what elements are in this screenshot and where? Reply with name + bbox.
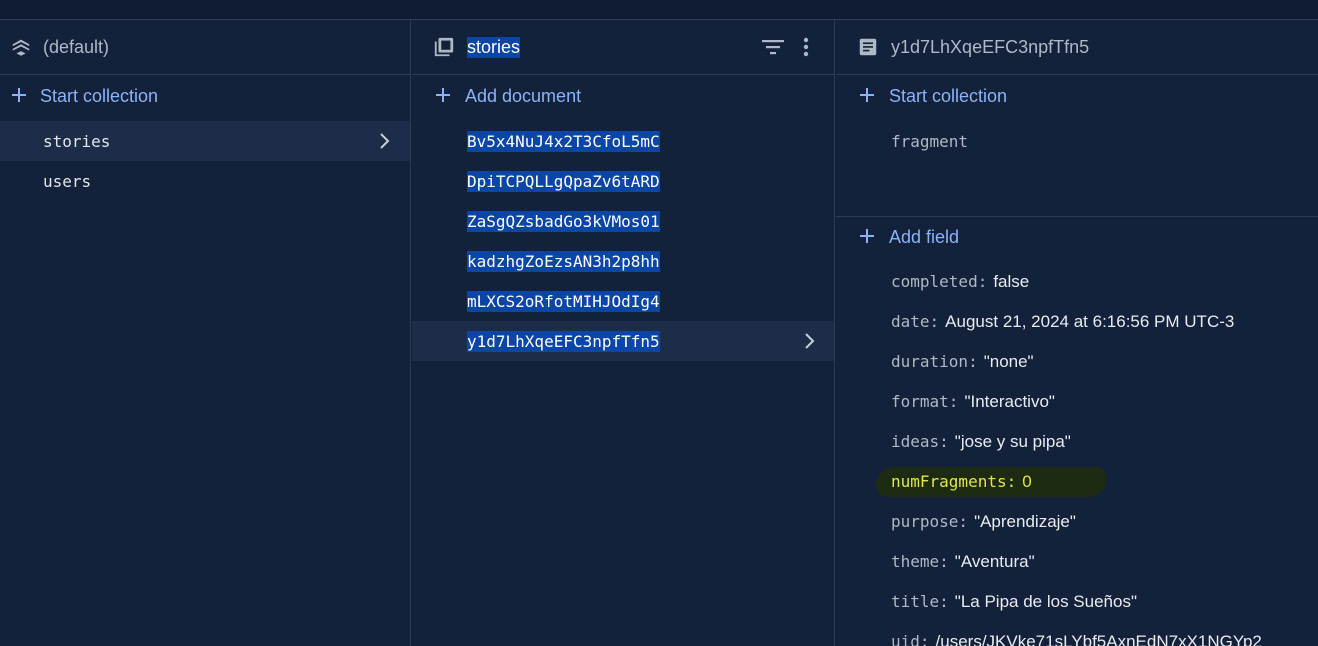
chevron-right-icon [380, 133, 390, 149]
add-field-label: Add field [889, 227, 960, 247]
collection-title: stories [467, 37, 521, 58]
document-id: y1d7LhXqeEFC3npfTfn5 [467, 331, 660, 352]
document-panel-header: y1d7LhXqeEFC3npfTfn5 [836, 20, 1318, 75]
document-id: kadzhgZoEzsAN3h2p8hh [467, 251, 660, 272]
document-item[interactable]: ZaSgQZsbadGo3kVMos01 [412, 201, 834, 241]
plus-icon [436, 88, 450, 102]
plus-icon [860, 88, 874, 102]
field-value: "jose y su pipa" [954, 432, 1071, 451]
plus-icon [860, 229, 874, 243]
collection-panel: stories Add document Bv5x4NuJ4x2T3CfoL5m… [412, 20, 835, 646]
collection-item-stories[interactable]: stories [0, 121, 410, 161]
start-collection-button[interactable]: Start collection [0, 78, 410, 118]
field-row[interactable]: uid: /users/JKVke71sLYbf5AxnEdN7xX1NGYp2 [891, 632, 1262, 646]
field-value: "Aprendizaje" [974, 512, 1076, 531]
field-value: 0 [1022, 472, 1032, 491]
field-value: /users/JKVke71sLYbf5AxnEdN7xX1NGYp2 [935, 632, 1262, 646]
field-row[interactable]: duration: "none" [891, 352, 1034, 392]
document-id: mLXCS2oRfotMIHJOdIg4 [467, 291, 660, 312]
field-key: completed: [891, 272, 988, 291]
filter-icon[interactable] [761, 36, 785, 58]
field-row-highlighted[interactable]: numFragments: 0 [891, 472, 1032, 512]
add-document-label: Add document [465, 86, 582, 106]
field-key: uid: [891, 632, 930, 646]
field-key: title: [891, 592, 949, 611]
collection-item-users[interactable]: users [0, 161, 410, 201]
field-key: purpose: [891, 512, 969, 531]
subcollection-label: fragment [891, 132, 969, 151]
field-key: date: [891, 312, 940, 331]
document-id: DpiTCPQLLgQpaZv6tARD [467, 171, 660, 192]
document-title: y1d7LhXqeEFC3npfTfn5 [891, 37, 1090, 57]
add-document-button[interactable]: Add document [412, 78, 834, 118]
chevron-right-icon [805, 333, 815, 349]
document-item[interactable]: mLXCS2oRfotMIHJOdIg4 [412, 281, 834, 321]
start-subcollection-button[interactable]: Start collection [836, 78, 1318, 118]
collection-label: users [43, 172, 92, 191]
document-item-selected[interactable]: y1d7LhXqeEFC3npfTfn5 [412, 321, 834, 361]
start-collection-label: Start collection [889, 86, 1008, 106]
field-value: "Aventura" [954, 552, 1035, 571]
field-key: theme: [891, 552, 949, 571]
root-panel-header: (default) [0, 20, 410, 75]
field-key: duration: [891, 352, 978, 371]
field-row[interactable]: format: "Interactivo" [891, 392, 1055, 432]
collection-label: stories [43, 132, 111, 151]
more-vert-icon[interactable] [801, 36, 811, 58]
top-bar [0, 0, 1318, 20]
document-id: Bv5x4NuJ4x2T3CfoL5mC [467, 131, 660, 152]
field-row[interactable]: completed: false [891, 272, 1029, 312]
start-collection-label: Start collection [40, 86, 159, 106]
field-row[interactable]: ideas: "jose y su pipa" [891, 432, 1071, 472]
document-icon [859, 38, 877, 56]
root-panel: (default) Start collection stories users [0, 20, 411, 646]
document-item[interactable]: DpiTCPQLLgQpaZv6tARD [412, 161, 834, 201]
subcollection-item-fragment[interactable]: fragment [836, 121, 1318, 161]
document-panel: y1d7LhXqeEFC3npfTfn5 Start collection fr… [836, 20, 1318, 646]
section-divider [836, 216, 1318, 217]
field-value: "none" [983, 352, 1034, 371]
field-value: false [993, 272, 1030, 291]
document-item[interactable]: kadzhgZoEzsAN3h2p8hh [412, 241, 834, 281]
field-value: "Interactivo" [964, 392, 1055, 411]
database-title: (default) [43, 37, 110, 57]
field-key: ideas: [891, 432, 949, 451]
field-value: August 21, 2024 at 6:16:56 PM UTC-3 [945, 312, 1235, 331]
firestore-stack-icon [12, 39, 30, 56]
field-row[interactable]: theme: "Aventura" [891, 552, 1035, 592]
plus-icon [12, 88, 26, 102]
field-row[interactable]: date: August 21, 2024 at 6:16:56 PM UTC-3 [891, 312, 1234, 352]
document-id: ZaSgQZsbadGo3kVMos01 [467, 211, 660, 232]
collection-icon [434, 37, 454, 57]
field-key: format: [891, 392, 959, 411]
field-value: "La Pipa de los Sueños" [954, 592, 1137, 611]
field-row[interactable]: title: "La Pipa de los Sueños" [891, 592, 1137, 632]
field-key: numFragments: [891, 472, 1017, 491]
collection-panel-header: stories [412, 20, 834, 75]
add-field-button[interactable]: Add field [836, 219, 1318, 259]
field-row[interactable]: purpose: "Aprendizaje" [891, 512, 1076, 552]
document-item[interactable]: Bv5x4NuJ4x2T3CfoL5mC [412, 121, 834, 161]
